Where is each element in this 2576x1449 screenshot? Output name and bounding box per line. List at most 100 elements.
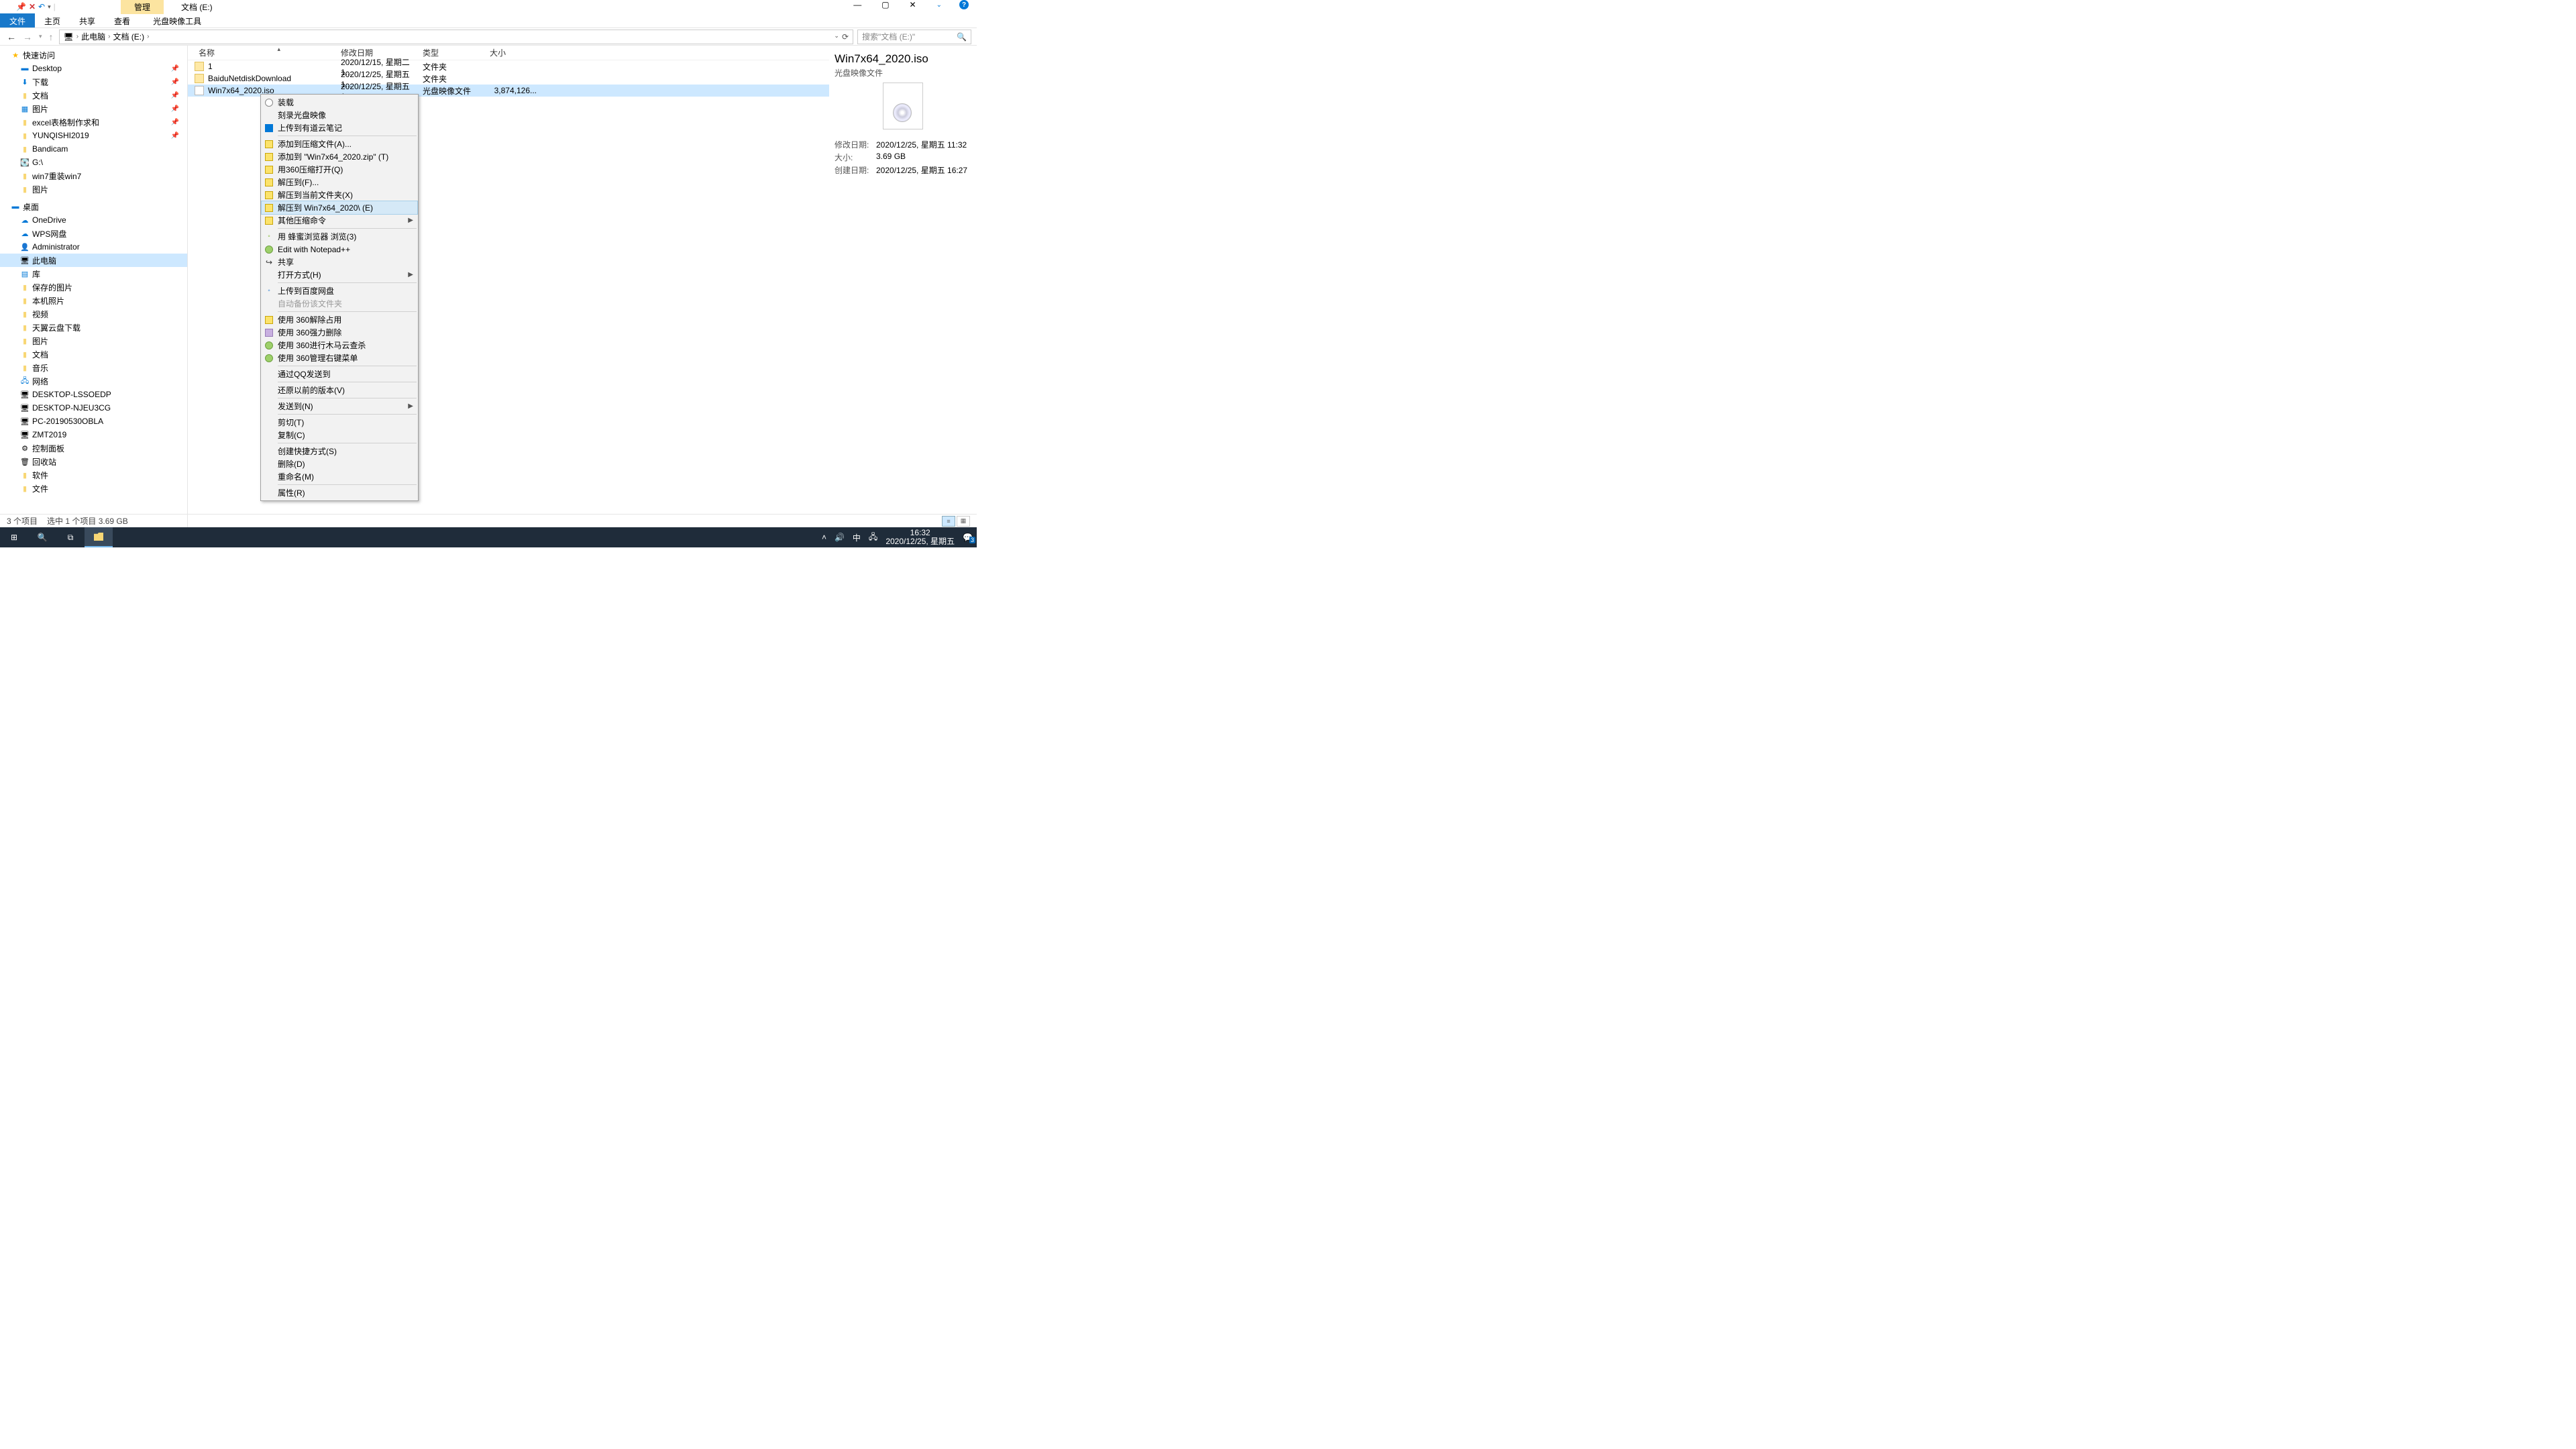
action-center-icon[interactable]: 💬 [963, 533, 973, 542]
back-button[interactable]: ← [5, 32, 17, 42]
file-row[interactable]: BaiduNetdiskDownload2020/12/25, 星期五 1...… [188, 72, 829, 85]
nav-recycle[interactable]: 🗑回收站 [0, 455, 187, 468]
history-dropdown-icon[interactable]: ▾ [38, 33, 44, 40]
tab-share[interactable]: 共享 [70, 13, 105, 28]
menu-item[interactable]: 创建快捷方式(S) [262, 445, 417, 458]
menu-item[interactable]: 重命名(M) [262, 470, 417, 483]
ribbon-toggle-icon[interactable]: ⌄ [934, 1, 945, 9]
nav-net3[interactable]: 🖥PC-20190530OBLA [0, 415, 187, 428]
nav-pictures2[interactable]: ▮图片 [0, 182, 187, 196]
nav-files[interactable]: ▮文件 [0, 482, 187, 495]
nav-music[interactable]: ▮音乐 [0, 361, 187, 374]
col-type[interactable]: 类型 [423, 47, 490, 58]
nav-network[interactable]: 🖧网络 [0, 374, 187, 388]
nav-control-panel[interactable]: ⚙控制面板 [0, 441, 187, 455]
menu-item[interactable]: 剪切(T) [262, 416, 417, 429]
tab-home[interactable]: 主页 [35, 13, 70, 28]
nav-wps[interactable]: ☁WPS网盘 [0, 227, 187, 240]
menu-item[interactable]: 通过QQ发送到 [262, 368, 417, 380]
col-name[interactable]: 名称 [193, 47, 341, 58]
nav-videos[interactable]: ▮视频 [0, 307, 187, 321]
menu-item[interactable]: 添加到 "Win7x64_2020.zip" (T) [262, 150, 417, 163]
nav-pictures[interactable]: ▦图片📌 [0, 102, 187, 115]
nav-net1[interactable]: 🖥DESKTOP-LSSOEDP [0, 388, 187, 401]
chevron-right-icon[interactable]: › [76, 33, 78, 40]
menu-item[interactable]: 使用 360管理右键菜单 [262, 352, 417, 364]
crumb-drive[interactable]: 文档 (E:) [113, 31, 144, 42]
menu-item[interactable]: 属性(R) [262, 486, 417, 499]
nav-yunqishi[interactable]: ▮YUNQISHI2019📌 [0, 129, 187, 142]
menu-item[interactable]: 添加到压缩文件(A)... [262, 138, 417, 150]
col-size[interactable]: 大小 [490, 47, 543, 58]
nav-downloads[interactable]: ⬇下载📌 [0, 75, 187, 89]
address-dropdown-icon[interactable]: ⌄ [834, 32, 839, 42]
qat-delete-icon[interactable]: ✕ [29, 2, 36, 11]
menu-item[interactable]: 刻录光盘映像 [262, 109, 417, 121]
menu-item[interactable]: 解压到 Win7x64_2020\ (E) [262, 201, 417, 214]
nav-desktop[interactable]: ▬Desktop📌 [0, 62, 187, 75]
menu-item[interactable]: 其他压缩命令▶ [262, 214, 417, 227]
menu-item[interactable]: 装载 [262, 96, 417, 109]
nav-quick-access[interactable]: ★快速访问 [0, 48, 187, 62]
menu-item[interactable]: ◦用 蜂蜜浏览器 浏览(3) [262, 230, 417, 243]
nav-gdrive[interactable]: 💽G:\ [0, 156, 187, 169]
start-button[interactable]: ⊞ [0, 527, 28, 547]
explorer-taskbar-button[interactable] [85, 527, 113, 547]
menu-item[interactable]: 使用 360强力删除 [262, 326, 417, 339]
search-icon[interactable]: 🔍 [957, 32, 967, 42]
up-button[interactable]: ↑ [48, 32, 55, 42]
menu-item[interactable]: Edit with Notepad++ [262, 243, 417, 256]
menu-item[interactable]: 解压到(F)... [262, 176, 417, 189]
nav-bandicam[interactable]: ▮Bandicam [0, 142, 187, 156]
nav-excel[interactable]: ▮excel表格制作求和📌 [0, 115, 187, 129]
minimize-button[interactable]: — [851, 0, 864, 9]
menu-item[interactable]: 使用 360进行木马云查杀 [262, 339, 417, 352]
nav-win7[interactable]: ▮win7重装win7 [0, 169, 187, 182]
nav-local-pics[interactable]: ▮本机照片 [0, 294, 187, 307]
refresh-icon[interactable]: ⟳ [842, 32, 849, 42]
nav-net4[interactable]: 🖥ZMT2019 [0, 428, 187, 441]
nav-admin[interactable]: 👤Administrator [0, 240, 187, 254]
search-input[interactable]: 搜索"文档 (E:)" 🔍 [857, 30, 971, 44]
search-button[interactable]: 🔍 [28, 527, 56, 547]
nav-net2[interactable]: 🖥DESKTOP-NJEU3CG [0, 401, 187, 415]
file-row[interactable]: 12020/12/15, 星期二 1...文件夹 [188, 60, 829, 72]
menu-item[interactable]: 发送到(N)▶ [262, 400, 417, 413]
nav-libraries[interactable]: ▤库 [0, 267, 187, 280]
crumb-this-pc[interactable]: 此电脑 [81, 31, 105, 42]
nav-pictures3[interactable]: ▮图片 [0, 334, 187, 347]
icons-view-button[interactable]: ▦ [957, 516, 970, 527]
nav-onedrive[interactable]: ☁OneDrive [0, 213, 187, 227]
nav-desktop-root[interactable]: ▬桌面 [0, 200, 187, 213]
nav-this-pc[interactable]: 🖥此电脑 [0, 254, 187, 267]
menu-item[interactable]: 复制(C) [262, 429, 417, 441]
nav-documents[interactable]: ▮文档📌 [0, 89, 187, 102]
chevron-right-icon[interactable]: › [108, 33, 110, 40]
tab-iso-tools[interactable]: 光盘映像工具 [144, 13, 211, 28]
volume-icon[interactable]: 🔊 [835, 533, 845, 542]
menu-item[interactable]: 用360压缩打开(Q) [262, 163, 417, 176]
menu-item[interactable]: 使用 360解除占用 [262, 313, 417, 326]
menu-item[interactable]: 上传到有道云笔记 [262, 121, 417, 134]
breadcrumb[interactable]: 🖥 › 此电脑 › 文档 (E:) › ⌄ ⟳ [59, 30, 853, 44]
maximize-button[interactable]: ▢ [879, 0, 892, 9]
navigation-pane[interactable]: ★快速访问 ▬Desktop📌 ⬇下载📌 ▮文档📌 ▦图片📌 ▮excel表格制… [0, 46, 188, 529]
menu-item[interactable]: ◦上传到百度网盘 [262, 284, 417, 297]
nav-software[interactable]: ▮软件 [0, 468, 187, 482]
qat-undo-icon[interactable]: ↶ [38, 2, 45, 11]
menu-item[interactable]: 删除(D) [262, 458, 417, 470]
menu-item[interactable]: 还原以前的版本(V) [262, 384, 417, 396]
ime-indicator[interactable]: 中 [853, 532, 861, 543]
tray-chevron-icon[interactable]: ˄ [822, 533, 826, 542]
taskview-button[interactable]: ⧉ [56, 527, 85, 547]
nav-docs-lib[interactable]: ▮文档 [0, 347, 187, 361]
menu-item[interactable]: 解压到当前文件夹(X) [262, 189, 417, 201]
nav-tianyi[interactable]: ▮天翼云盘下载 [0, 321, 187, 334]
tab-file[interactable]: 文件 [0, 13, 35, 28]
qat-dropdown-icon[interactable]: ▾ [48, 3, 51, 11]
qat-pin-icon[interactable]: 📌 [16, 2, 26, 11]
tab-view[interactable]: 查看 [105, 13, 140, 28]
menu-item[interactable]: ↪共享 [262, 256, 417, 268]
network-icon[interactable]: 🖧 [869, 531, 877, 545]
menu-item[interactable]: 打开方式(H)▶ [262, 268, 417, 281]
